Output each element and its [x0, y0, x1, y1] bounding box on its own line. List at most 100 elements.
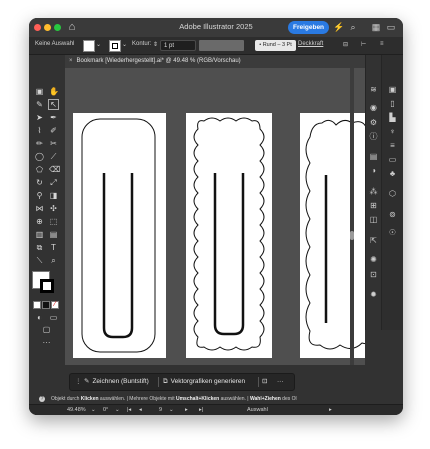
ellipse-tool-icon[interactable]: ◯	[35, 152, 44, 161]
curvature-tool-icon[interactable]: ⌇	[35, 126, 44, 135]
transform-panel-icon[interactable]: ◫	[369, 215, 378, 224]
puppet-icon[interactable]: ♆	[388, 127, 397, 136]
rocket-icon[interactable]: ⚡	[333, 21, 345, 33]
selection-tool-icon[interactable]: ➤	[35, 113, 44, 122]
line-tool-icon[interactable]: ⟍	[35, 256, 44, 265]
stroke-swatch[interactable]	[109, 40, 121, 52]
rotation-dropdown-icon[interactable]: ⌄	[115, 405, 120, 415]
symbols-icon[interactable]: ✺	[369, 255, 378, 264]
brush-tool-icon[interactable]: ✐	[49, 126, 58, 135]
more-options-button[interactable]: ···	[277, 374, 284, 390]
pencil-tool-icon[interactable]: ✎	[35, 100, 44, 109]
gradient-tool-icon[interactable]: ◨	[49, 191, 58, 200]
gradient-panel-icon[interactable]: ▭	[388, 155, 397, 164]
artboard-tool-icon[interactable]: ▣	[35, 87, 44, 96]
export-icon[interactable]: ⇱	[369, 236, 378, 245]
canvas[interactable]	[65, 68, 365, 365]
layers-icon[interactable]: ≋	[369, 85, 378, 94]
zoom-level-field[interactable]: 49.48%	[67, 405, 86, 415]
adjust-icon[interactable]: ⊡	[262, 374, 267, 390]
none-mode-icon[interactable]: ⁄	[51, 301, 59, 309]
stroke-dropdown-icon[interactable]: ⌄	[122, 41, 127, 48]
eyedropper-tool-icon[interactable]: ⚲	[35, 191, 44, 200]
next-artboard-icon[interactable]: ▸	[185, 405, 188, 415]
help-icon[interactable]: ?	[39, 396, 45, 402]
gradient-mode-icon[interactable]	[42, 301, 50, 309]
artboards-icon[interactable]: ▙	[388, 113, 397, 122]
artboard-1[interactable]	[73, 113, 166, 358]
mesh-tool-icon[interactable]: ▤	[49, 230, 58, 239]
first-artboard-icon[interactable]: |◂	[127, 405, 131, 415]
edit-toolbar-icon[interactable]: ▢	[42, 325, 51, 334]
artboard-2[interactable]	[186, 113, 272, 358]
stroke-weight-field[interactable]: 1 pt	[160, 40, 196, 51]
pen-tool-icon[interactable]: ✒	[49, 113, 58, 122]
color-guide-icon[interactable]: ◑	[369, 166, 378, 175]
puppet-warp-icon[interactable]: ✣	[49, 204, 58, 213]
opacity-link[interactable]: Deckkraft	[298, 41, 323, 47]
bookmark-artwork-1[interactable]	[73, 113, 166, 358]
rotation-field[interactable]: 0°	[103, 405, 108, 415]
variable-width-field[interactable]	[199, 40, 244, 51]
scrollbar-thumb[interactable]	[350, 231, 354, 240]
previous-artboard-icon[interactable]: ◂	[139, 405, 142, 415]
appearance-icon[interactable]: ◉	[369, 103, 378, 112]
artboard-3[interactable]	[300, 113, 365, 358]
properties-icon[interactable]: ⚙	[369, 118, 378, 127]
panel-toggle-icon[interactable]: ▭	[385, 21, 397, 33]
pathfinder-icon[interactable]: ⁂	[369, 187, 378, 196]
eraser-tool-icon[interactable]: ⌫	[49, 165, 60, 174]
graph-tool-icon[interactable]: ▥	[35, 230, 44, 239]
vertical-scrollbar[interactable]	[350, 68, 354, 365]
close-tab-icon[interactable]: ×	[69, 58, 73, 64]
bookmark-artwork-3[interactable]	[300, 113, 365, 358]
libraries-icon[interactable]: ✹	[369, 290, 378, 299]
shape-builder-icon[interactable]: ⊕	[35, 217, 44, 226]
brush-definition-dropdown[interactable]: • Rund – 3 Pt	[255, 40, 296, 51]
draw-mode-icon[interactable]: ◐	[35, 313, 44, 322]
blob-brush-icon[interactable]: ✏	[35, 139, 44, 148]
slice-tool-icon[interactable]: ⧉	[35, 243, 44, 252]
align-panel-icon[interactable]: ⊞	[369, 201, 378, 210]
direct-selection-tool-icon[interactable]: ↖	[48, 99, 59, 110]
align-icon[interactable]: ⊟	[343, 41, 348, 48]
fill-dropdown-icon[interactable]: ⌄	[96, 41, 101, 48]
document-tab[interactable]: × Bookmark [Wiederhergestellt].ai* @ 49.4…	[65, 55, 365, 68]
live-paint-icon[interactable]: ⬚	[49, 217, 58, 226]
search-icon[interactable]: ⌕	[347, 21, 359, 33]
stroke-panel-icon[interactable]: ≡	[388, 141, 397, 150]
glyphs-icon[interactable]: ☉	[388, 228, 397, 237]
status-menu-icon[interactable]: ▸	[329, 405, 332, 415]
cc-libraries-icon[interactable]: ⬡	[388, 189, 397, 198]
transform-icon[interactable]: ⊢	[361, 41, 366, 48]
document-icon[interactable]: ▯	[388, 99, 397, 108]
shaper-tool-icon[interactable]: ⬠	[35, 165, 44, 174]
graphic-styles-icon[interactable]: ▣	[388, 85, 397, 94]
generate-vectors-button[interactable]: ⧉ Vektorgrafiken generieren	[163, 374, 245, 390]
swatches-icon[interactable]: ▤	[369, 152, 378, 161]
type-tool-icon[interactable]: T	[49, 243, 58, 252]
zoom-dropdown-icon[interactable]: ⌄	[91, 405, 96, 415]
workspace-icon[interactable]: ▦	[370, 21, 382, 33]
asset-export-icon[interactable]: ⊡	[369, 270, 378, 279]
brushes-icon[interactable]: ♣	[388, 169, 397, 178]
draw-pencil-button[interactable]: ✎ Zeichnen (Buntstift)	[84, 374, 149, 390]
menu-icon[interactable]: ≡	[380, 41, 384, 47]
scissors-tool-icon[interactable]: ✂	[49, 139, 58, 148]
rotate-tool-icon[interactable]: ↻	[35, 178, 44, 187]
stroke-color-swatch[interactable]	[40, 279, 54, 293]
hand-tool-icon[interactable]: ✋	[49, 87, 59, 96]
last-artboard-icon[interactable]: ▸|	[199, 405, 203, 415]
more-tools-icon[interactable]: ···	[42, 338, 51, 347]
paintbrush-tool-icon[interactable]: ⟋	[49, 152, 58, 161]
character-icon[interactable]: ⊚	[388, 210, 397, 219]
drag-handle-icon[interactable]: ⋮	[75, 374, 82, 390]
artboard-dropdown-icon[interactable]: ⌄	[169, 405, 174, 415]
zoom-tool-icon[interactable]: ⌕	[49, 256, 58, 265]
bookmark-artwork-2[interactable]	[186, 113, 272, 358]
fill-swatch[interactable]	[83, 40, 95, 52]
screen-mode-icon[interactable]: ▭	[49, 313, 58, 322]
share-button[interactable]: Freigeben	[288, 21, 329, 34]
width-tool-icon[interactable]: ⋈	[35, 204, 44, 213]
info-icon[interactable]: ⓘ	[369, 132, 378, 141]
